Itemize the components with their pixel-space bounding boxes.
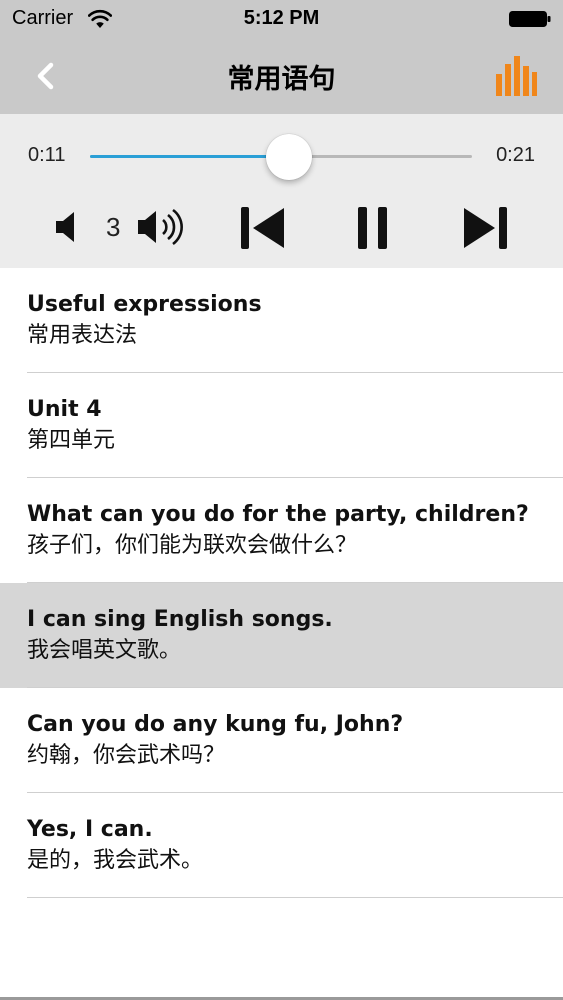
phrase-list: Useful expressions 常用表达法 Unit 4 第四单元 Wha… xyxy=(0,268,563,898)
list-item[interactable]: Useful expressions 常用表达法 xyxy=(0,268,563,373)
phrase-english: Unit 4 xyxy=(27,397,102,422)
volume-down-icon[interactable] xyxy=(54,210,82,244)
list-item[interactable]: Unit 4 第四单元 xyxy=(0,373,563,478)
status-time: 5:12 PM xyxy=(243,7,320,29)
progress-slider[interactable] xyxy=(90,134,472,180)
volume-value: 3 xyxy=(106,212,121,242)
phrase-english: Yes, I can. xyxy=(27,817,153,842)
phrase-english: Can you do any kung fu, John? xyxy=(27,712,404,737)
phrase-chinese: 孩子们，你们能为联欢会做什么？ xyxy=(27,533,358,558)
phrase-chinese: 第四单元 xyxy=(27,428,116,453)
slider-fill xyxy=(90,155,289,158)
volume-up-icon[interactable] xyxy=(136,206,192,248)
list-item[interactable]: I can sing English songs. 我会唱英文歌。 xyxy=(0,583,563,688)
status-bar: Carrier 5:12 PM xyxy=(0,0,563,38)
phrase-english: What can you do for the party, children? xyxy=(27,502,529,527)
skip-previous-icon[interactable] xyxy=(240,206,286,250)
pause-icon[interactable] xyxy=(356,206,390,250)
phrase-chinese: 我会唱英文歌。 xyxy=(27,638,182,663)
phrase-english: Useful expressions xyxy=(27,292,262,317)
skip-next-icon[interactable] xyxy=(462,206,508,250)
phrase-chinese: 约翰，你会武术吗？ xyxy=(27,743,226,768)
list-item[interactable]: Can you do any kung fu, John? 约翰，你会武术吗？ xyxy=(0,688,563,793)
list-item[interactable]: Yes, I can. 是的，我会武术。 xyxy=(0,793,563,898)
bar-chart-icon[interactable] xyxy=(495,56,537,96)
phrase-chinese: 常用表达法 xyxy=(27,323,138,348)
list-item[interactable]: What can you do for the party, children?… xyxy=(0,478,563,583)
current-time: 0:11 xyxy=(28,144,66,166)
audio-player: 0:11 0:21 3 xyxy=(0,114,563,268)
page-title: 常用语句 xyxy=(227,64,336,95)
total-time: 0:21 xyxy=(496,144,535,166)
phrase-english: I can sing English songs. xyxy=(27,607,333,632)
slider-thumb[interactable] xyxy=(265,134,312,180)
phrase-chinese: 是的，我会武术。 xyxy=(27,848,204,873)
battery-icon xyxy=(509,11,551,27)
navigation-bar: 常用语句 xyxy=(0,38,563,114)
